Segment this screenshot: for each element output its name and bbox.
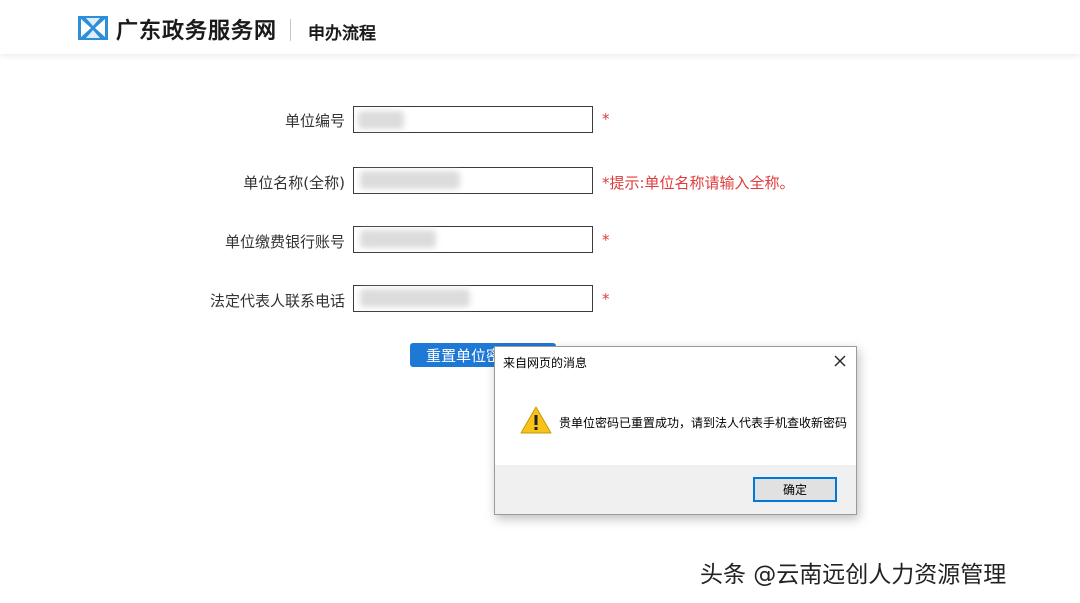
logo-icon bbox=[78, 16, 108, 40]
header-divider bbox=[290, 19, 291, 41]
close-icon[interactable] bbox=[830, 351, 850, 371]
page-section-title: 申办流程 bbox=[308, 24, 376, 44]
redacted-value bbox=[360, 230, 436, 248]
dialog-titlebar: 来自网页的消息 bbox=[495, 347, 856, 375]
watermark-text: 头条 @云南远创人力资源管理 bbox=[700, 562, 1007, 588]
required-mark: * bbox=[602, 231, 610, 249]
warning-icon bbox=[520, 406, 552, 434]
site-header: 广东政务服务网 申办流程 bbox=[0, 0, 1080, 54]
message-dialog: 来自网页的消息 贵单位密码已重置成功，请到法人代表手机查收新密码 确定 bbox=[494, 346, 857, 515]
required-mark: * bbox=[602, 110, 610, 128]
ok-button[interactable]: 确定 bbox=[753, 477, 837, 502]
site-title: 广东政务服务网 bbox=[116, 19, 278, 44]
unit-number-label: 单位编号 bbox=[284, 112, 345, 130]
unit-name-label: 单位名称(全称) bbox=[243, 174, 345, 192]
dialog-title: 来自网页的消息 bbox=[503, 356, 588, 370]
dialog-body: 贵单位密码已重置成功，请到法人代表手机查收新密码 bbox=[495, 375, 856, 465]
redacted-value bbox=[360, 171, 460, 189]
dialog-message: 贵单位密码已重置成功，请到法人代表手机查收新密码 bbox=[559, 416, 848, 430]
redacted-value bbox=[358, 111, 404, 129]
required-mark: * bbox=[602, 290, 610, 308]
bank-account-label: 单位缴费银行账号 bbox=[224, 233, 345, 251]
redacted-value bbox=[360, 289, 470, 307]
legal-rep-phone-label: 法定代表人联系电话 bbox=[209, 292, 345, 310]
unit-name-hint: *提示:单位名称请输入全称。 bbox=[602, 174, 795, 192]
